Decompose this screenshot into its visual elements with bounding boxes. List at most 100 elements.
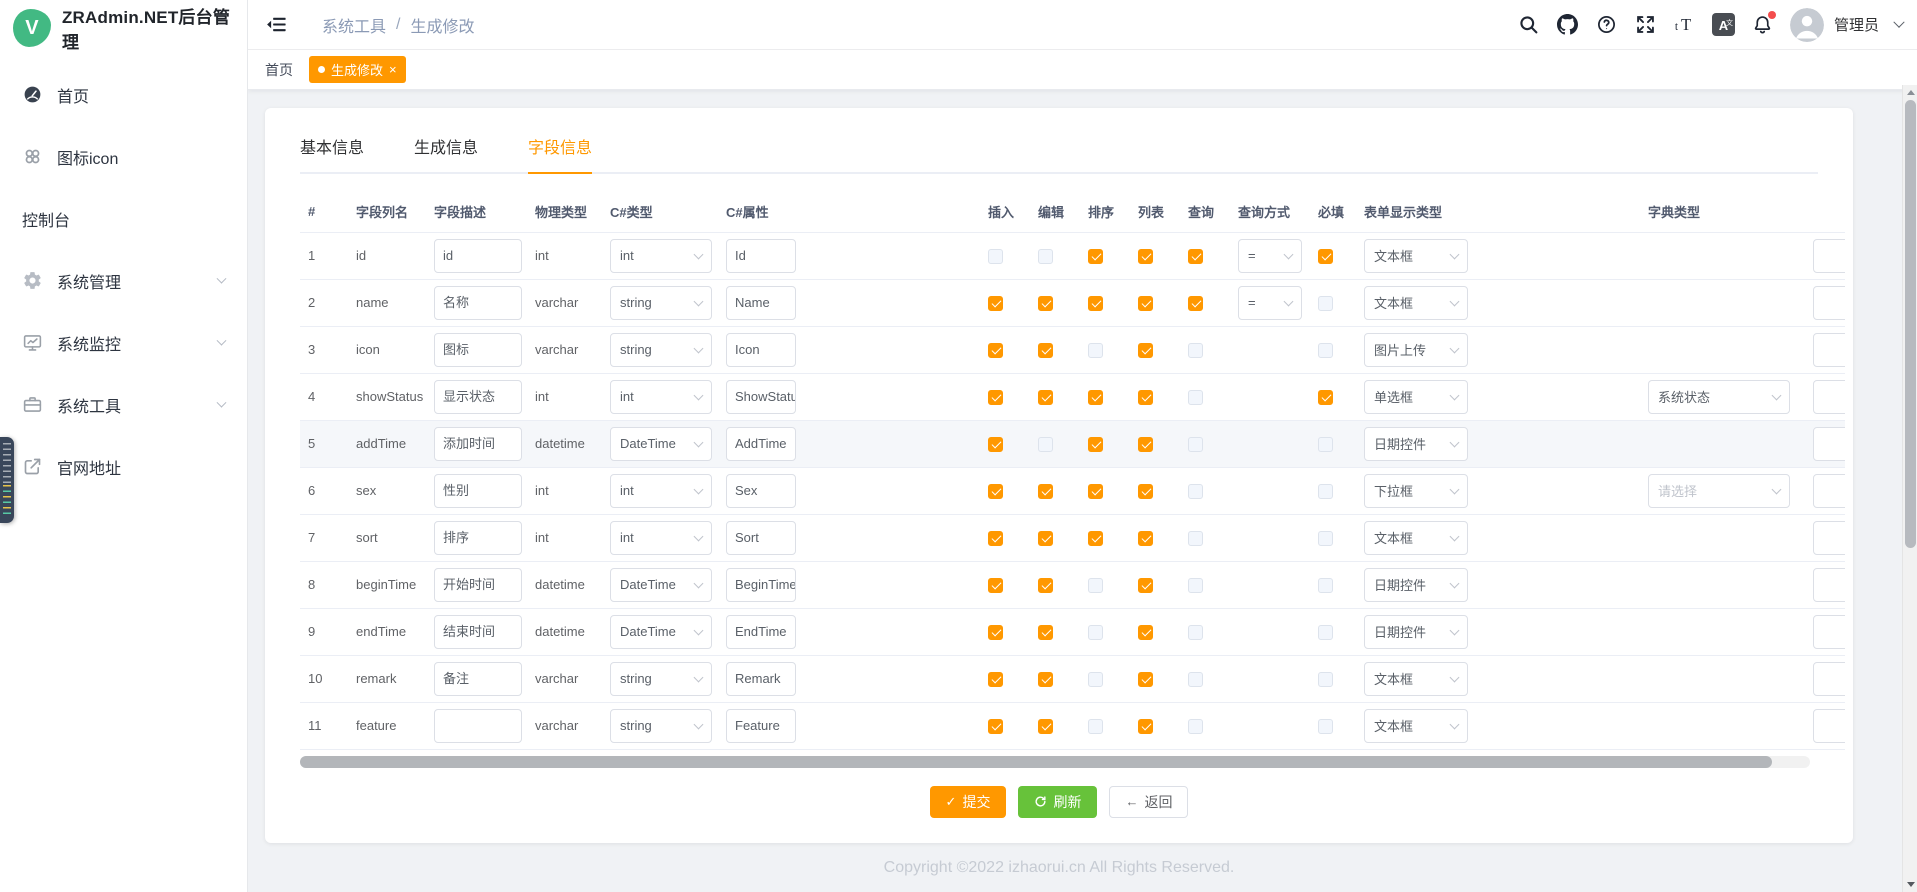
tab-生成信息[interactable]: 生成信息 (414, 134, 478, 172)
select-cs-type[interactable]: string (610, 286, 712, 320)
select-display-type[interactable]: 下拉框 (1364, 474, 1468, 508)
tag-close-icon[interactable]: × (389, 63, 397, 76)
sidebar-item-console[interactable]: 控制台 (0, 188, 247, 250)
sidebar-item-website[interactable]: 官网地址 (0, 436, 247, 498)
select-display-type[interactable]: 文本框 (1364, 286, 1468, 320)
scroll-down-arrow[interactable] (1903, 877, 1917, 892)
input-extra-clipped[interactable] (1813, 662, 1845, 696)
checkbox-list[interactable] (1138, 578, 1153, 593)
breadcrumb-item[interactable]: 系统工具 (322, 13, 386, 37)
checkbox-insert[interactable] (988, 672, 1003, 687)
checkbox-sort[interactable] (1088, 249, 1103, 264)
input-column-desc[interactable]: 名称 (434, 286, 522, 320)
checkbox-insert[interactable] (988, 343, 1003, 358)
select-query-type[interactable]: = (1238, 286, 1302, 320)
input-column-desc[interactable] (434, 709, 522, 743)
checkbox-edit[interactable] (1038, 249, 1053, 264)
checkbox-required[interactable] (1318, 437, 1333, 452)
checkbox-sort[interactable] (1088, 390, 1103, 405)
select-cs-type[interactable]: DateTime (610, 427, 712, 461)
checkbox-sort[interactable] (1088, 719, 1103, 734)
checkbox-edit[interactable] (1038, 672, 1053, 687)
sidebar-item-icons[interactable]: 图标icon (0, 126, 247, 188)
checkbox-query[interactable] (1188, 437, 1203, 452)
input-extra-clipped[interactable] (1813, 568, 1845, 602)
checkbox-insert[interactable] (988, 531, 1003, 546)
select-cs-type[interactable]: int (610, 239, 712, 273)
checkbox-sort[interactable] (1088, 578, 1103, 593)
checkbox-query[interactable] (1188, 625, 1203, 640)
logo[interactable]: V ZRAdmin.NET后台管理 (0, 0, 247, 56)
search-icon[interactable] (1517, 13, 1540, 36)
sidebar-item-home[interactable]: 首页 (0, 64, 247, 126)
checkbox-required[interactable] (1318, 296, 1333, 311)
scroll-up-arrow[interactable] (1903, 85, 1917, 100)
horizontal-scrollbar-thumb[interactable] (300, 756, 1772, 768)
input-column-desc[interactable]: 显示状态 (434, 380, 522, 414)
checkbox-query[interactable] (1188, 531, 1203, 546)
tab-基本信息[interactable]: 基本信息 (300, 134, 364, 172)
submit-button[interactable]: ✓ 提交 (930, 786, 1007, 818)
input-extra-clipped[interactable] (1813, 521, 1845, 555)
input-column-desc[interactable]: 性别 (434, 474, 522, 508)
checkbox-query[interactable] (1188, 296, 1203, 311)
input-column-desc[interactable]: 备注 (434, 662, 522, 696)
checkbox-edit[interactable] (1038, 578, 1053, 593)
input-extra-clipped[interactable] (1813, 709, 1845, 743)
select-cs-type[interactable]: string (610, 709, 712, 743)
checkbox-edit[interactable] (1038, 296, 1053, 311)
input-extra-clipped[interactable] (1813, 239, 1845, 273)
select-display-type[interactable]: 文本框 (1364, 521, 1468, 555)
checkbox-insert[interactable] (988, 719, 1003, 734)
input-cs-property[interactable]: Sex (726, 474, 796, 508)
checkbox-query[interactable] (1188, 343, 1203, 358)
tag-inactive[interactable]: 首页 (265, 60, 293, 80)
checkbox-edit[interactable] (1038, 390, 1053, 405)
checkbox-insert[interactable] (988, 484, 1003, 499)
select-cs-type[interactable]: DateTime (610, 615, 712, 649)
select-display-type[interactable]: 文本框 (1364, 709, 1468, 743)
input-extra-clipped[interactable] (1813, 615, 1845, 649)
select-cs-type[interactable]: string (610, 662, 712, 696)
input-column-desc[interactable]: 开始时间 (434, 568, 522, 602)
menu-fold-icon[interactable] (265, 13, 288, 36)
checkbox-required[interactable] (1318, 390, 1333, 405)
refresh-button[interactable]: 刷新 (1018, 786, 1097, 818)
checkbox-insert[interactable] (988, 249, 1003, 264)
select-cs-type[interactable]: int (610, 521, 712, 555)
checkbox-required[interactable] (1318, 719, 1333, 734)
select-dict-type[interactable]: 系统状态 (1648, 380, 1790, 414)
input-column-desc[interactable]: 排序 (434, 521, 522, 555)
checkbox-required[interactable] (1318, 578, 1333, 593)
input-extra-clipped[interactable] (1813, 333, 1845, 367)
checkbox-edit[interactable] (1038, 719, 1053, 734)
checkbox-edit[interactable] (1038, 484, 1053, 499)
font-size-icon[interactable]: tT (1673, 13, 1696, 36)
sidebar-item-system-monitor[interactable]: 系统监控 (0, 312, 247, 374)
input-cs-property[interactable]: Remark (726, 662, 796, 696)
select-display-type[interactable]: 日期控件 (1364, 427, 1468, 461)
bell-icon[interactable] (1751, 13, 1774, 36)
input-cs-property[interactable]: BeginTime (726, 568, 796, 602)
avatar[interactable] (1790, 8, 1824, 42)
checkbox-insert[interactable] (988, 625, 1003, 640)
input-cs-property[interactable]: Icon (726, 333, 796, 367)
input-column-desc[interactable]: 结束时间 (434, 615, 522, 649)
checkbox-sort[interactable] (1088, 343, 1103, 358)
tab-字段信息[interactable]: 字段信息 (528, 134, 592, 172)
select-display-type[interactable]: 日期控件 (1364, 568, 1468, 602)
select-display-type[interactable]: 日期控件 (1364, 615, 1468, 649)
input-column-desc[interactable]: 图标 (434, 333, 522, 367)
checkbox-sort[interactable] (1088, 296, 1103, 311)
sidebar-item-system-management[interactable]: 系统管理 (0, 250, 247, 312)
input-cs-property[interactable]: Sort (726, 521, 796, 555)
input-extra-clipped[interactable] (1813, 380, 1845, 414)
input-cs-property[interactable]: Id (726, 239, 796, 273)
select-cs-type[interactable]: int (610, 380, 712, 414)
checkbox-required[interactable] (1318, 249, 1333, 264)
checkbox-list[interactable] (1138, 390, 1153, 405)
horizontal-scrollbar[interactable] (300, 756, 1810, 768)
checkbox-required[interactable] (1318, 531, 1333, 546)
checkbox-insert[interactable] (988, 578, 1003, 593)
checkbox-edit[interactable] (1038, 437, 1053, 452)
